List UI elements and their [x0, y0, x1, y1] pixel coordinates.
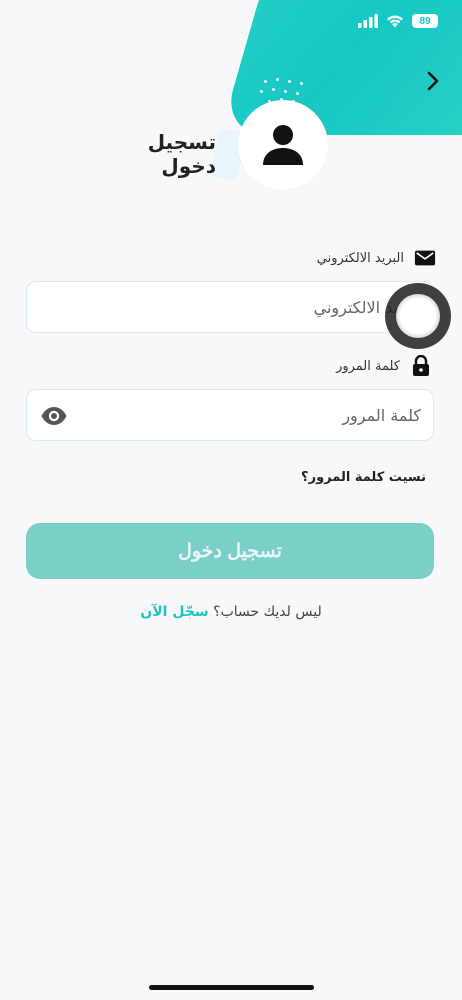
touch-indicator-center [396, 294, 440, 338]
back-button[interactable] [418, 66, 448, 96]
register-link[interactable]: سجّل الآن [140, 604, 208, 620]
email-field-container [26, 281, 434, 333]
password-label: كلمة المرور [336, 358, 400, 374]
register-prompt-row: ليس لديك حساب؟ سجّل الآن [0, 604, 462, 620]
home-indicator[interactable] [149, 985, 314, 990]
avatar [238, 100, 328, 190]
wifi-icon [387, 15, 403, 28]
login-button[interactable]: تسجيل دخول [26, 523, 434, 579]
eye-icon[interactable] [40, 405, 68, 427]
password-field[interactable] [27, 390, 433, 440]
forgot-password-link[interactable]: نسيت كلمة المرور؟ [301, 470, 426, 485]
password-label-row: كلمة المرور [336, 355, 432, 377]
email-label-row: البريد الالكتروني [317, 247, 436, 269]
register-prompt: ليس لديك حساب؟ [213, 604, 322, 620]
signal-icon [358, 14, 378, 28]
lock-icon [410, 355, 432, 377]
user-icon [263, 125, 303, 165]
email-field[interactable] [27, 282, 433, 332]
battery-icon: 89 [412, 14, 438, 28]
battery-level: 89 [419, 15, 431, 27]
email-label: البريد الالكتروني [316, 250, 404, 266]
envelope-icon [414, 247, 436, 269]
touch-indicator [385, 283, 451, 349]
page-title: تسجيل دخول [147, 130, 216, 178]
chevron-right-icon [427, 71, 439, 91]
password-field-container [26, 389, 434, 441]
status-bar: 89 [358, 14, 438, 28]
